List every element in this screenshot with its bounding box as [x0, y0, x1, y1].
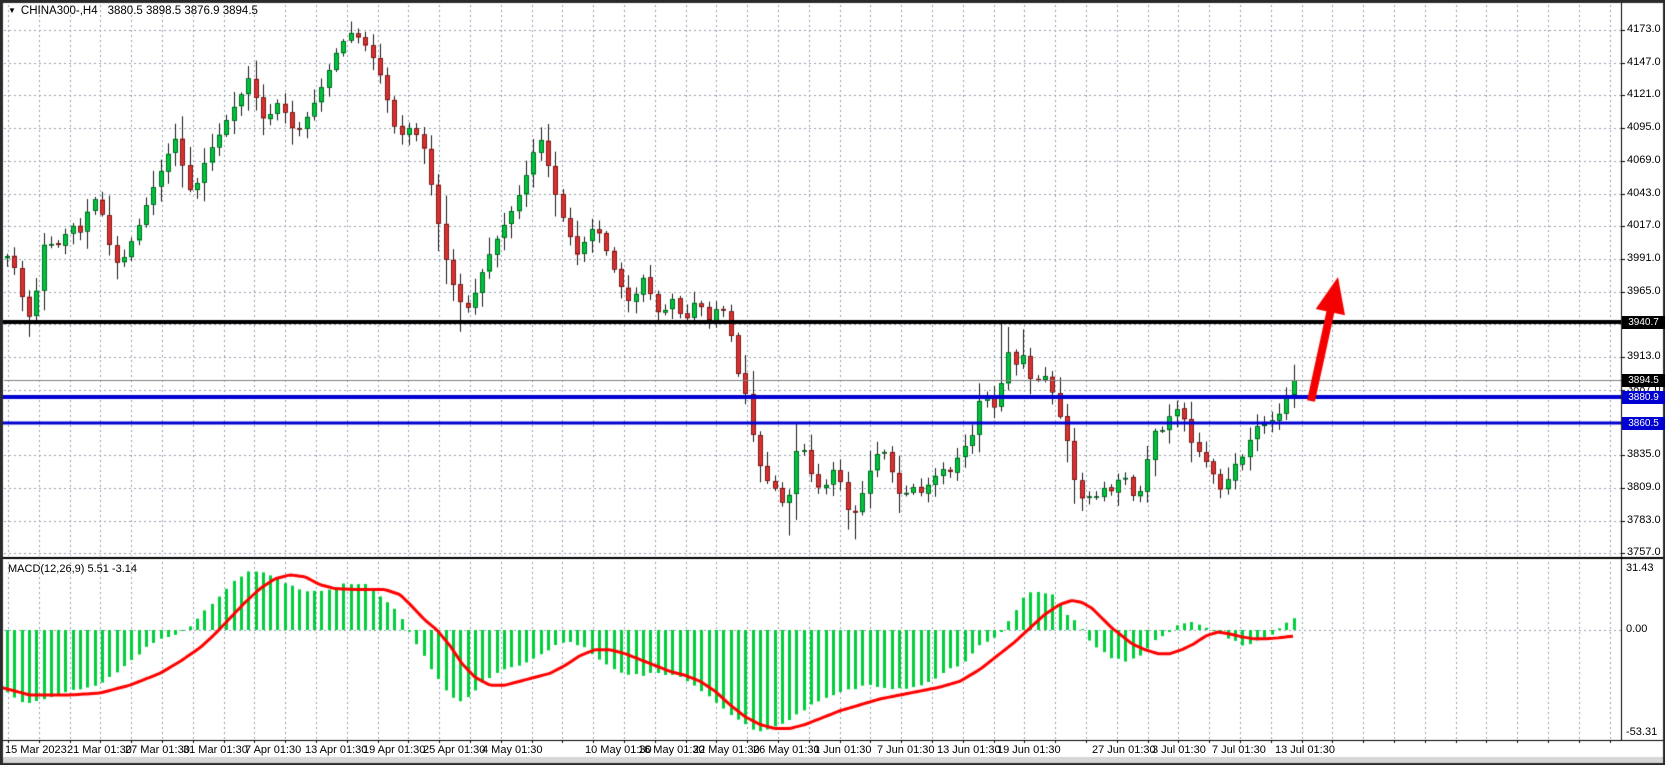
level-price-badge: 3940.7: [1622, 316, 1665, 329]
time-tick-label: 19 Apr 01:30: [363, 744, 425, 756]
price-tick-label: 4043.0: [1627, 187, 1661, 199]
macd-scale-zero-label: 0.00: [1626, 623, 1647, 635]
macd-indicator-label: MACD(12,26,9) 5.51 -3.14: [8, 563, 137, 575]
ohlc-readout: 3880.5 3898.5 3876.9 3894.5: [108, 5, 258, 17]
time-tick-label: 19 Jun 01:30: [997, 744, 1061, 756]
time-tick-label: 27 Jun 01:30: [1092, 744, 1156, 756]
price-tick-label: 4017.0: [1627, 219, 1661, 231]
price-tick-label: 3835.0: [1627, 448, 1661, 460]
macd-scale-max-label: 31.43: [1626, 562, 1654, 574]
price-tick-label: 3913.0: [1627, 350, 1661, 362]
price-tick-label: 3757.0: [1627, 546, 1661, 558]
price-tick-label: 3783.0: [1627, 514, 1661, 526]
time-tick-label: 3 Jul 01:30: [1152, 744, 1206, 756]
price-tick-label: 4069.0: [1627, 154, 1661, 166]
time-tick-label: 7 Jul 01:30: [1212, 744, 1266, 756]
time-tick-label: 4 May 01:30: [482, 744, 543, 756]
time-tick-label: 31 Mar 01:30: [183, 744, 248, 756]
price-tick-label: 4173.0: [1627, 23, 1661, 35]
time-tick-label: 1 Jun 01:30: [814, 744, 872, 756]
time-tick-label: 13 Jun 01:30: [937, 744, 1001, 756]
chart-canvas[interactable]: [0, 0, 1665, 765]
price-tick-label: 4095.0: [1627, 121, 1661, 133]
price-tick-label: 4121.0: [1627, 88, 1661, 100]
time-tick-label: 15 Mar 2023: [5, 744, 67, 756]
price-tick-label: 4147.0: [1627, 56, 1661, 68]
time-tick-label: 13 Apr 01:30: [305, 744, 367, 756]
time-tick-label: 7 Jun 01:30: [877, 744, 935, 756]
time-tick-label: 13 Jul 01:30: [1275, 744, 1335, 756]
current-price-badge: 3894.5: [1622, 374, 1665, 387]
time-tick-label: 25 Apr 01:30: [423, 744, 485, 756]
symbol-period-label: CHINA300-,H4: [21, 5, 98, 17]
trading-chart-window: ▼ CHINA300-,H4 3880.5 3898.5 3876.9 3894.5…: [0, 0, 1665, 765]
chart-title: ▼ CHINA300-,H4 3880.5 3898.5 3876.9 3894.5: [8, 5, 258, 17]
time-tick-label: 27 Mar 01:30: [125, 744, 190, 756]
time-tick-label: 21 Mar 01:30: [67, 744, 132, 756]
price-tick-label: 3809.0: [1627, 481, 1661, 493]
macd-scale-min-label: -53.31: [1626, 726, 1657, 738]
time-tick-label: 7 Apr 01:30: [245, 744, 301, 756]
level-price-badge: 3880.9: [1622, 391, 1665, 404]
level-price-badge: 3860.5: [1622, 417, 1665, 430]
time-tick-label: 26 May 01:30: [753, 744, 820, 756]
time-tick-label: 22 May 01:30: [693, 744, 760, 756]
price-tick-label: 3965.0: [1627, 285, 1661, 297]
symbol-dropdown-icon[interactable]: ▼: [8, 6, 16, 15]
price-tick-label: 3991.0: [1627, 252, 1661, 264]
